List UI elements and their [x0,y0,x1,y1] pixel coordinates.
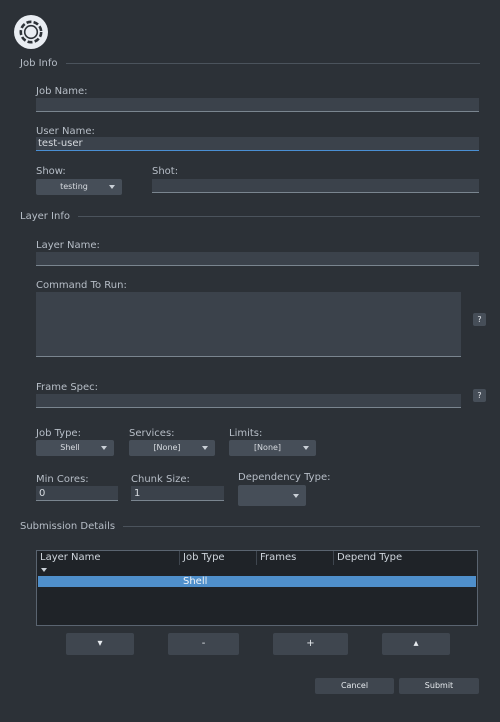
min-cores-spinbox[interactable]: 0 [36,486,118,501]
cell-depend-type [334,576,476,587]
frame-spec-input[interactable] [36,394,461,408]
chevron-down-icon [109,185,115,189]
section-title: Submission Details [20,520,116,532]
section-divider [65,62,480,64]
job-name-input[interactable] [36,98,479,112]
section-divider [78,215,480,217]
chevron-down-icon [202,446,208,450]
job-type-label: Job Type: [36,428,81,439]
minus-icon: - [201,638,206,649]
column-header-frames[interactable]: Frames [257,551,334,565]
layer-name-label: Layer Name: [36,240,100,251]
help-icon: ? [477,391,482,400]
show-dropdown-value: testing [60,182,88,191]
section-title: Layer Info [20,210,70,222]
user-name-input[interactable]: test-user [36,137,479,151]
sort-indicator-icon [41,568,47,572]
frame-spec-label: Frame Spec: [36,382,99,393]
layers-table[interactable]: Layer Name Job Type Frames Depend Type S… [36,550,478,626]
chevron-up-icon: ▴ [413,638,419,649]
cell-layer-name [38,576,180,587]
job-type-dropdown[interactable]: Shell [36,440,114,456]
cancel-button[interactable]: Cancel [315,678,394,694]
column-header-job-type[interactable]: Job Type [180,551,257,565]
dependency-type-dropdown[interactable] [238,485,306,506]
job-name-label: Job Name: [36,86,88,97]
layer-info-section-header: Layer Info [20,209,480,223]
show-label: Show: [36,166,66,177]
job-info-section-header: Job Info [20,56,480,70]
move-layer-down-button[interactable]: ▾ [66,633,134,655]
services-dropdown-value: [None] [153,443,181,452]
submit-job-window: Job Info Job Name: User Name: test-user … [0,0,500,722]
command-to-run-textarea[interactable] [36,292,461,357]
show-dropdown[interactable]: testing [36,179,122,195]
cue-logo-icon [14,15,48,49]
chunk-size-label: Chunk Size: [131,474,190,485]
submit-button[interactable]: Submit [399,678,479,694]
add-layer-button[interactable]: + [273,633,348,655]
chevron-down-icon: ▾ [97,638,103,649]
chevron-down-icon [303,446,309,450]
help-icon: ? [477,315,482,324]
chevron-down-icon [293,494,299,498]
job-type-dropdown-value: Shell [60,443,80,452]
move-layer-up-button[interactable]: ▴ [382,633,450,655]
table-row[interactable]: Shell [38,576,476,587]
section-divider [123,525,480,527]
chunk-size-spinbox[interactable]: 1 [131,486,224,501]
services-dropdown[interactable]: [None] [129,440,215,456]
cell-frames [257,576,334,587]
layer-name-input[interactable] [36,252,479,266]
limits-dropdown-value: [None] [253,443,282,452]
submission-details-section-header: Submission Details [20,519,480,533]
services-label: Services: [129,428,175,439]
frame-spec-help-button[interactable]: ? [473,389,486,402]
section-title: Job Info [20,57,58,69]
shot-input[interactable] [152,179,479,193]
shot-label: Shot: [152,166,179,177]
dependency-type-label: Dependency Type: [238,472,331,483]
cell-job-type: Shell [183,576,208,587]
command-help-button[interactable]: ? [473,313,486,326]
column-header-layer-name[interactable]: Layer Name [37,551,180,565]
min-cores-label: Min Cores: [36,474,89,485]
limits-dropdown[interactable]: [None] [229,440,316,456]
limits-label: Limits: [229,428,263,439]
chevron-down-icon [101,446,107,450]
plus-icon: + [306,638,315,649]
remove-layer-button[interactable]: - [168,633,239,655]
command-to-run-label: Command To Run: [36,280,127,291]
column-header-depend-type[interactable]: Depend Type [334,551,478,565]
